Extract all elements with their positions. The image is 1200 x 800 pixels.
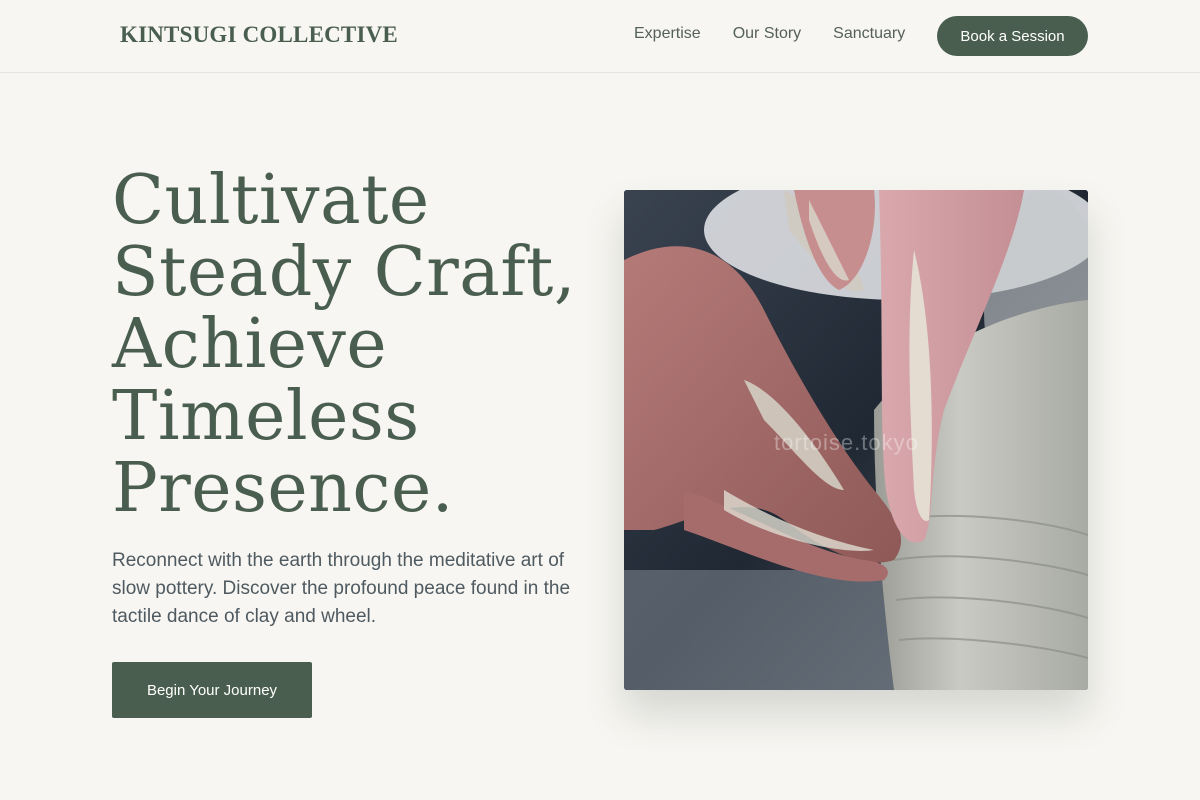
brand-logo[interactable]: KINTSUGI COLLECTIVE: [120, 22, 398, 48]
nav-link-expertise[interactable]: Expertise: [634, 25, 701, 43]
hero-pottery-image: tortoise.tokyo: [624, 190, 1088, 690]
nav-link-sanctuary[interactable]: Sanctuary: [833, 25, 905, 43]
nav-link-our-story[interactable]: Our Story: [733, 25, 801, 43]
main-nav: Expertise Our Story Sanctuary: [634, 25, 905, 43]
begin-journey-button[interactable]: Begin Your Journey: [112, 662, 312, 718]
book-session-button[interactable]: Book a Session: [937, 16, 1088, 56]
hero-title-line: Presence.: [112, 449, 454, 528]
image-watermark: tortoise.tokyo: [774, 430, 919, 455]
hero-title-line: Timeless: [112, 377, 420, 456]
hero-title: Cultivate Steady Craft, Achieve Timeless…: [112, 165, 582, 525]
hero-title-line: Steady Craft,: [112, 233, 576, 312]
site-header: KINTSUGI COLLECTIVE Expertise Our Story …: [0, 0, 1200, 73]
hero-description: Reconnect with the earth through the med…: [112, 550, 571, 627]
hero-title-line: Achieve: [112, 305, 388, 384]
hero-title-line: Cultivate: [112, 161, 430, 240]
